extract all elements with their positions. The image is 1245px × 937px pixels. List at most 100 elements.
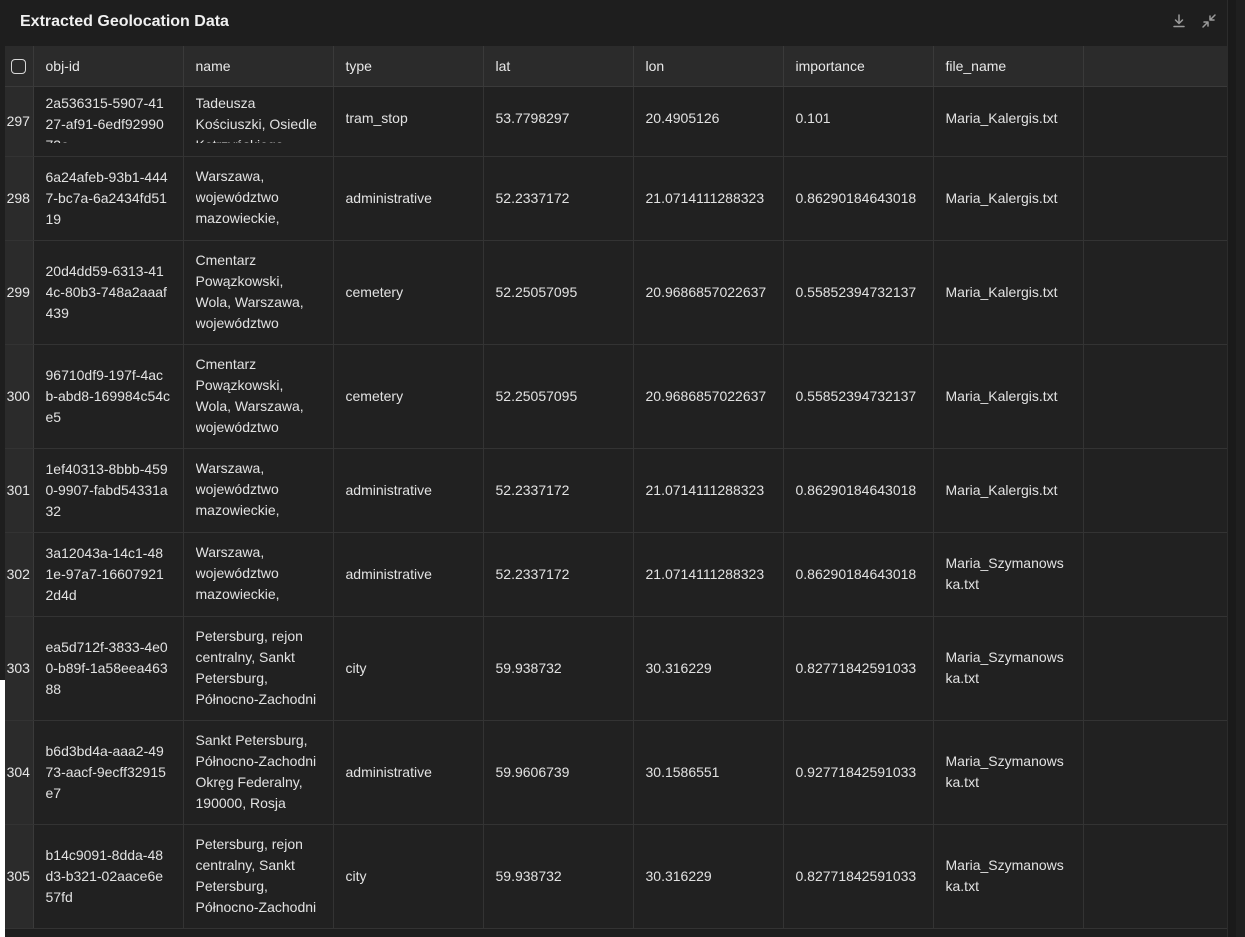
row-index: 298 bbox=[4, 156, 34, 241]
row-index: 304 bbox=[4, 720, 34, 825]
filler-cell bbox=[1083, 86, 1236, 157]
type-text: city bbox=[345, 867, 367, 884]
row-index: 297 bbox=[4, 86, 34, 157]
lat-cell: 52.2337172 bbox=[483, 448, 634, 533]
type-cell: city bbox=[333, 824, 484, 929]
column-header-obj-id[interactable]: obj-id bbox=[33, 46, 184, 87]
file-name-text: Maria_Kalergis.txt bbox=[945, 189, 1058, 206]
type-cell: cemetery bbox=[333, 240, 484, 345]
importance-text: 0.82771842591033 bbox=[795, 867, 917, 884]
lon-text: 21.0714111288323 bbox=[645, 565, 765, 582]
lat-cell: 52.25057095 bbox=[483, 240, 634, 345]
obj-id-text: 20d4dd59-6313-414c-80b3-748a2aaaf439 bbox=[45, 262, 167, 321]
lat-cell: 59.9606739 bbox=[483, 720, 634, 825]
name-text: Petersburg, rejon centralny, Sankt Peter… bbox=[195, 628, 317, 707]
geolocation-table: obj-id name type lat lon importance file… bbox=[4, 46, 1236, 929]
type-text: administrative bbox=[345, 189, 432, 206]
lon-cell: 21.0714111288323 bbox=[633, 156, 784, 241]
lon-text: 30.316229 bbox=[645, 867, 712, 884]
table-row[interactable]: 300 96710df9-197f-4acb-abd8-169984c54ce5 C… bbox=[4, 344, 1236, 449]
lon-cell: 21.0714111288323 bbox=[633, 532, 784, 617]
importance-text: 0.86290184643018 bbox=[795, 189, 917, 206]
file-name-cell: Maria_Szymanowska.txt bbox=[933, 720, 1084, 825]
lon-cell: 30.316229 bbox=[633, 616, 784, 721]
obj-id-cell: b6d3bd4a-aaa2-4973-aacf-9ecff32915e7 bbox=[33, 720, 184, 825]
table-row[interactable]: 302 3a12043a-14c1-481e-97a7-166079212d4d W… bbox=[4, 532, 1236, 617]
importance-text: 0.92771842591033 bbox=[795, 763, 917, 780]
lat-text: 59.938732 bbox=[495, 867, 562, 884]
table-row[interactable]: 305 b14c9091-8dda-48d3-b321-02aace6e57fd P… bbox=[4, 824, 1236, 929]
name-cell: Warszawa, województwo mazowieckie, Polsk… bbox=[183, 448, 334, 533]
row-index: 299 bbox=[4, 240, 34, 345]
type-cell: cemetery bbox=[333, 344, 484, 449]
table-row[interactable]: 301 1ef40313-8bbb-4590-9907-fabd54331a32 W… bbox=[4, 448, 1236, 533]
file-name-text: Maria_Kalergis.txt bbox=[945, 283, 1058, 300]
vertical-scrollbar[interactable] bbox=[1227, 0, 1236, 937]
type-text: administrative bbox=[345, 565, 432, 582]
obj-id-text: 1ef40313-8bbb-4590-9907-fabd54331a32 bbox=[45, 460, 168, 519]
filler-cell bbox=[1083, 616, 1236, 721]
lon-text: 20.4905126 bbox=[645, 109, 720, 126]
type-text: city bbox=[345, 659, 367, 676]
filler-cell bbox=[1083, 156, 1236, 241]
table-row[interactable]: 298 6a24afeb-93b1-4447-bc7a-6a2434fd5119 W… bbox=[4, 156, 1236, 241]
column-header-file-name[interactable]: file_name bbox=[933, 46, 1084, 87]
file-name-cell: Maria_Szymanowska.txt bbox=[933, 532, 1084, 617]
lat-text: 53.7798297 bbox=[495, 109, 570, 126]
type-text: tram_stop bbox=[345, 109, 408, 126]
obj-id-cell: 20d4dd59-6313-414c-80b3-748a2aaaf439 bbox=[33, 240, 184, 345]
table-row[interactable]: 303 ea5d712f-3833-4e00-b89f-1a58eea46388 P… bbox=[4, 616, 1236, 721]
type-cell: city bbox=[333, 616, 484, 721]
importance-text: 0.86290184643018 bbox=[795, 481, 917, 498]
obj-id-cell: 1ef40313-8bbb-4590-9907-fabd54331a32 bbox=[33, 448, 184, 533]
column-header-type[interactable]: type bbox=[333, 46, 484, 87]
obj-id-text: 6a24afeb-93b1-4447-bc7a-6a2434fd5119 bbox=[45, 168, 168, 227]
obj-id-cell: 6a24afeb-93b1-4447-bc7a-6a2434fd5119 bbox=[33, 156, 184, 241]
column-header-lat[interactable]: lat bbox=[483, 46, 634, 87]
lat-text: 59.9606739 bbox=[495, 763, 570, 780]
file-name-cell: Maria_Szymanowska.txt bbox=[933, 824, 1084, 929]
name-text: Cmentarz Powązkowski, Wola, Warszawa, wo… bbox=[195, 356, 304, 435]
select-all-checkbox[interactable] bbox=[10, 59, 26, 75]
obj-id-cell: 2a536315-5907-4127-af91-6edf9299073e bbox=[33, 86, 184, 157]
lat-cell: 53.7798297 bbox=[483, 86, 634, 157]
type-cell: administrative bbox=[333, 532, 484, 617]
table-row[interactable]: 304 b6d3bd4a-aaa2-4973-aacf-9ecff32915e7 S… bbox=[4, 720, 1236, 825]
row-index: 303 bbox=[4, 616, 34, 721]
name-text: Tadeusza Kościuszki, Osiedle Kętrzyńskie… bbox=[195, 95, 317, 143]
column-header-name[interactable]: name bbox=[183, 46, 334, 87]
panel-header: Extracted Geolocation Data bbox=[0, 0, 1236, 45]
lon-text: 21.0714111288323 bbox=[645, 481, 765, 498]
lon-text: 30.316229 bbox=[645, 659, 712, 676]
column-header-importance[interactable]: importance bbox=[783, 46, 934, 87]
type-cell: administrative bbox=[333, 156, 484, 241]
lat-cell: 52.2337172 bbox=[483, 156, 634, 241]
name-text: Sankt Petersburg, Północno-Zachodni Okrę… bbox=[195, 732, 317, 811]
importance-cell: 0.101 bbox=[783, 86, 934, 157]
panel-title: Extracted Geolocation Data bbox=[20, 13, 229, 30]
name-text: Warszawa, województwo mazowieckie, Polsk… bbox=[195, 168, 280, 226]
download-icon[interactable] bbox=[1170, 12, 1188, 30]
type-text: administrative bbox=[345, 481, 432, 498]
file-name-cell: Maria_Kalergis.txt bbox=[933, 448, 1084, 533]
column-header-lon[interactable]: lon bbox=[633, 46, 784, 87]
filler-cell bbox=[1083, 824, 1236, 929]
lat-cell: 52.25057095 bbox=[483, 344, 634, 449]
table-row[interactable]: 297 2a536315-5907-4127-af91-6edf9299073e T… bbox=[4, 86, 1236, 157]
table-row[interactable]: 299 20d4dd59-6313-414c-80b3-748a2aaaf439 C… bbox=[4, 240, 1236, 345]
collapse-icon[interactable] bbox=[1200, 12, 1218, 30]
lon-text: 20.9686857022637 bbox=[645, 283, 767, 300]
name-cell: Petersburg, rejon centralny, Sankt Peter… bbox=[183, 616, 334, 721]
obj-id-cell: b14c9091-8dda-48d3-b321-02aace6e57fd bbox=[33, 824, 184, 929]
name-text: Warszawa, województwo mazowieckie, Polsk… bbox=[195, 544, 280, 602]
filler-cell bbox=[1083, 240, 1236, 345]
importance-cell: 0.55852394732137 bbox=[783, 344, 934, 449]
importance-text: 0.82771842591033 bbox=[795, 659, 917, 676]
importance-cell: 0.55852394732137 bbox=[783, 240, 934, 345]
obj-id-cell: 3a12043a-14c1-481e-97a7-166079212d4d bbox=[33, 532, 184, 617]
name-text: Petersburg, rejon centralny, Sankt Peter… bbox=[195, 836, 317, 915]
name-cell: Petersburg, rejon centralny, Sankt Peter… bbox=[183, 824, 334, 929]
name-cell: Cmentarz Powązkowski, Wola, Warszawa, wo… bbox=[183, 344, 334, 449]
file-name-text: Maria_Kalergis.txt bbox=[945, 109, 1058, 126]
file-name-text: Maria_Kalergis.txt bbox=[945, 481, 1058, 498]
